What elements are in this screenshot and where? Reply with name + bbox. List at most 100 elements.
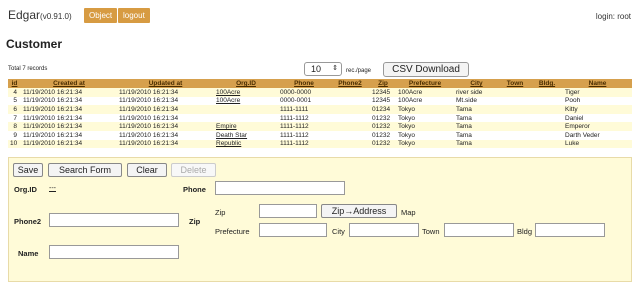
cell-name: Luke [563, 139, 632, 149]
cell-prefecture: 100Acre [396, 88, 454, 97]
cell-phone: 0000-0001 [278, 96, 330, 106]
cell-town [499, 105, 531, 114]
table-row[interactable]: 4 11/19/2010 16:21:34 11/19/2010 16:21:34 1… [8, 88, 632, 97]
table-row[interactable]: 9 11/19/2010 16:21:34 11/19/2010 16:21:34 D… [8, 130, 632, 140]
cell-town [499, 96, 531, 106]
table-row[interactable]: 6 11/19/2010 16:21:34 11/19/2010 16:21:34 1… [8, 105, 632, 114]
org-id-link[interactable]: --- [49, 185, 56, 192]
cell-id: 5 [8, 96, 21, 106]
column-header-zip[interactable]: Zip [370, 79, 396, 88]
prefecture-label: Prefecture [215, 227, 250, 236]
zip-sub-label: Zip [215, 208, 226, 217]
cell-town [499, 139, 531, 149]
per-page-select[interactable]: 10 ⇕ [304, 62, 342, 76]
column-header-town[interactable]: Town [499, 79, 531, 88]
table-row[interactable]: 8 11/19/2010 16:21:34 11/19/2010 16:21:34 E… [8, 122, 632, 131]
column-header-id[interactable]: id [8, 79, 21, 88]
column-header-prefecture[interactable]: Prefecture [396, 79, 454, 88]
cell-name: Daniel [563, 113, 632, 123]
cell-zip: 12345 [370, 88, 396, 97]
cell-town [499, 88, 531, 97]
cell-name: Kitty [563, 105, 632, 114]
cell-org-id[interactable]: Republic [214, 139, 278, 149]
clear-button[interactable]: Clear [127, 163, 167, 177]
cell-prefecture: 100Acre [396, 96, 454, 106]
cell-zip: 01232 [370, 122, 396, 131]
column-header-name[interactable]: Name [563, 79, 632, 88]
cell-zip: 01232 [370, 113, 396, 123]
cell-id: 8 [8, 122, 21, 131]
search-form-button[interactable]: Search Form [48, 163, 122, 177]
prefecture-field[interactable] [259, 223, 327, 237]
cell-org-id[interactable]: 100Acre [214, 88, 278, 97]
save-button[interactable]: Save [13, 163, 43, 177]
bldg-field[interactable] [535, 223, 605, 237]
bldg-label: Bldg [517, 227, 533, 236]
cell-id: 6 [8, 105, 21, 114]
city-field[interactable] [349, 223, 419, 237]
cell-phone2 [330, 88, 370, 97]
app-version: (v0.91.0) [40, 12, 72, 21]
cell-name: Darth Veder [563, 130, 632, 140]
map-link[interactable]: Map [401, 208, 416, 217]
column-header-phone2[interactable]: Phone2 [330, 79, 370, 88]
column-header-org-id[interactable]: Org.ID [214, 79, 278, 88]
csv-download-button[interactable]: CSV Download [383, 62, 469, 77]
town-field[interactable] [444, 223, 514, 237]
cell-bldg [531, 139, 563, 149]
table-row[interactable]: 10 11/19/2010 16:21:34 11/19/2010 16:21:34… [8, 139, 632, 149]
column-header-phone[interactable]: Phone [278, 79, 330, 88]
cell-created-at: 11/19/2010 16:21:34 [21, 130, 117, 140]
zip-to-address-button[interactable]: Zip→Address [321, 204, 397, 218]
column-header-updated-at[interactable]: Updated at [117, 79, 214, 88]
top-bar: Edgar(v0.91.0) Object logout login: root [0, 0, 640, 30]
cell-prefecture: Tokyo [396, 113, 454, 123]
cell-updated-at: 11/19/2010 16:21:34 [117, 88, 214, 97]
cell-name: Pooh [563, 96, 632, 106]
cell-town [499, 130, 531, 140]
logout-button[interactable]: logout [118, 8, 150, 23]
cell-phone2 [330, 113, 370, 123]
table-row[interactable]: 7 11/19/2010 16:21:34 11/19/2010 16:21:34 1… [8, 113, 632, 123]
name-field[interactable] [49, 245, 179, 259]
object-menu-button[interactable]: Object [84, 8, 118, 23]
cell-prefecture: Tokyo [396, 105, 454, 114]
per-page-value: 10 [311, 64, 322, 74]
phone-field[interactable] [215, 181, 345, 195]
cell-org-id [214, 105, 278, 114]
cell-name: Emperor [563, 122, 632, 131]
cell-phone2 [330, 130, 370, 140]
cell-org-id[interactable]: Death Star [214, 130, 278, 140]
cell-prefecture: Tokyo [396, 122, 454, 131]
delete-button[interactable]: Delete [171, 163, 216, 177]
cell-zip: 01232 [370, 139, 396, 149]
phone2-label: Phone2 [14, 217, 42, 226]
cell-org-id [214, 113, 278, 123]
column-header-city[interactable]: City [454, 79, 499, 88]
login-status: login: root [595, 12, 631, 21]
cell-created-at: 11/19/2010 16:21:34 [21, 122, 117, 131]
page-title: Customer [6, 37, 63, 51]
cell-phone: 1111-1112 [278, 139, 330, 149]
cell-city: river side [454, 88, 499, 97]
cell-phone: 1111-1111 [278, 105, 330, 114]
customer-form: Save Search Form Clear Delete Org.ID ---… [8, 157, 632, 282]
cell-updated-at: 11/19/2010 16:21:34 [117, 139, 214, 149]
table-row[interactable]: 5 11/19/2010 16:21:34 11/19/2010 16:21:34 1… [8, 96, 632, 106]
cell-updated-at: 11/19/2010 16:21:34 [117, 113, 214, 123]
phone2-field[interactable] [49, 213, 179, 227]
cell-org-id[interactable]: 100Acre [214, 96, 278, 106]
cell-city: Tama [454, 105, 499, 114]
column-header-bldg[interactable]: Bldg. [531, 79, 563, 88]
zip-field[interactable] [259, 204, 317, 218]
cell-zip: 01232 [370, 130, 396, 140]
cell-name: Tiger [563, 88, 632, 97]
town-label: Town [422, 227, 440, 236]
cell-phone2 [330, 122, 370, 131]
cell-org-id[interactable]: Empire [214, 122, 278, 131]
cell-bldg [531, 113, 563, 123]
cell-bldg [531, 130, 563, 140]
column-header-created-at[interactable]: Created at [21, 79, 117, 88]
cell-prefecture: Tokyo [396, 130, 454, 140]
cell-town [499, 113, 531, 123]
